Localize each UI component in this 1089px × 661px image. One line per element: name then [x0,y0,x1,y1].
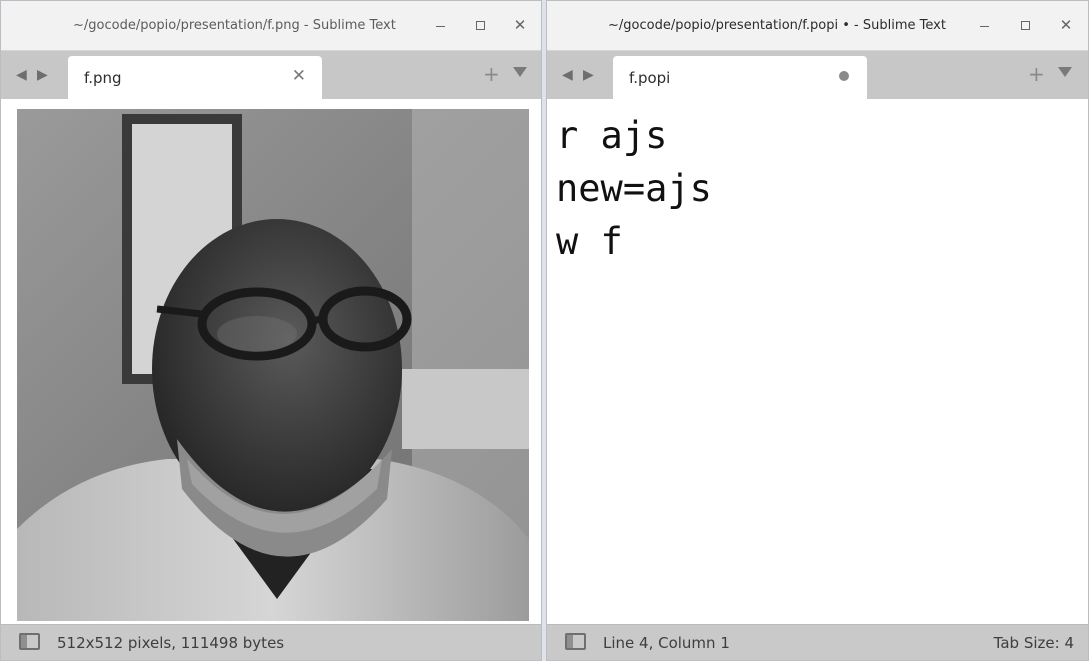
status-bar: 512x512 pixels, 111498 bytes [1,624,541,660]
status-bar: Line 4, Column 1 Tab Size: 4 [547,624,1088,660]
code-line[interactable]: new=ajs [556,162,712,215]
tab-size-indicator[interactable]: Tab Size: 4 [994,634,1074,652]
image-view [1,99,541,624]
window-titlebar[interactable]: ~/gocode/popio/presentation/f.png - Subl… [1,1,541,51]
tab-label: f.popi [629,69,671,87]
tab-list-dropdown-icon[interactable] [1058,67,1072,77]
maximize-icon[interactable] [1015,15,1035,35]
unsaved-dot-icon[interactable] [839,71,849,81]
tab-label: f.png [84,69,122,87]
sidebar-toggle-icon[interactable] [19,633,40,650]
image-viewer-window: ~/gocode/popio/presentation/f.png - Subl… [0,0,542,661]
tab-f-popi[interactable]: f.popi [613,56,867,99]
portrait-photo [17,109,529,621]
sidebar-toggle-icon[interactable] [565,633,586,650]
code-line[interactable]: r ajs [556,109,712,162]
maximize-icon[interactable] [470,15,490,35]
image-info: 512x512 pixels, 111498 bytes [57,634,285,652]
tab-bar: ◀ ▶ f.png ✕ + [1,51,541,99]
nav-back-icon[interactable]: ◀ [16,67,27,83]
portrait-photo-graphic [17,109,529,621]
window-title: ~/gocode/popio/presentation/f.popi • - S… [608,18,946,33]
new-tab-icon[interactable]: + [1028,62,1045,86]
new-tab-icon[interactable]: + [483,62,500,86]
minimize-icon[interactable] [974,15,994,35]
text-editor[interactable]: r ajs new=ajs w f [547,99,1088,624]
close-window-icon[interactable]: ✕ [510,15,530,35]
window-title: ~/gocode/popio/presentation/f.png - Subl… [73,18,396,33]
tab-f-png[interactable]: f.png ✕ [68,56,322,99]
tab-list-dropdown-icon[interactable] [513,67,527,77]
nav-back-icon[interactable]: ◀ [562,67,573,83]
nav-forward-icon[interactable]: ▶ [37,67,48,83]
window-titlebar[interactable]: ~/gocode/popio/presentation/f.popi • - S… [547,1,1088,51]
tab-close-icon[interactable]: ✕ [292,66,306,86]
code-area[interactable]: r ajs new=ajs w f [556,109,712,268]
code-line[interactable]: w f [556,215,712,268]
close-window-icon[interactable]: ✕ [1056,15,1076,35]
editor-window: ~/gocode/popio/presentation/f.popi • - S… [546,0,1089,661]
nav-forward-icon[interactable]: ▶ [583,67,594,83]
minimize-icon[interactable] [430,15,450,35]
cursor-position[interactable]: Line 4, Column 1 [603,634,730,652]
tab-bar: ◀ ▶ f.popi + [547,51,1088,99]
